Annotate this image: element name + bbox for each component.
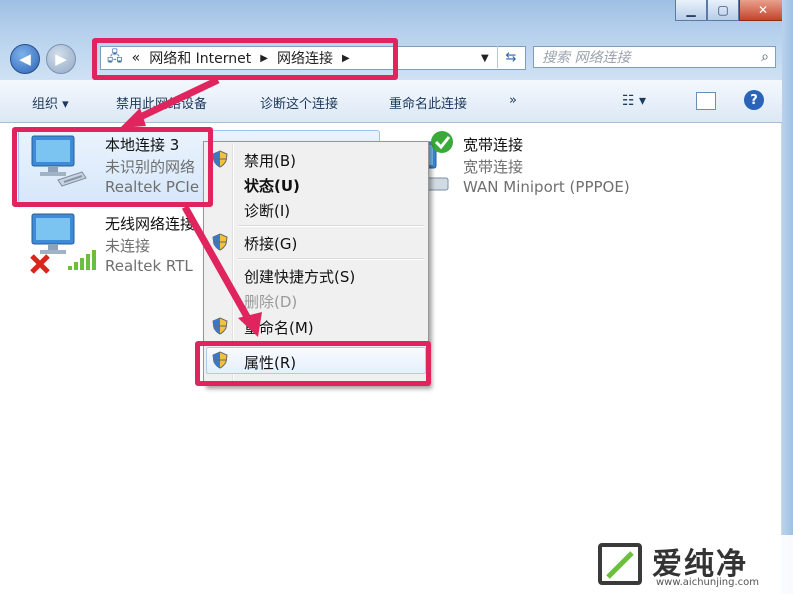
menu-item-bridge[interactable]: 桥接(G) <box>244 233 297 254</box>
organize-menu[interactable]: 组织 ▾ <box>32 93 69 112</box>
watermark: 爱纯净 www.aichunjing.com <box>586 535 793 594</box>
annotation-box-properties <box>195 341 431 386</box>
address-dropdown-icon[interactable]: ▼ <box>481 53 489 64</box>
uac-shield-icon <box>212 317 228 335</box>
search-input[interactable]: 搜索 网络连接 ⌕ <box>533 46 776 68</box>
help-icon[interactable]: ? <box>744 90 764 110</box>
search-icon[interactable]: ⌕ <box>761 49 769 65</box>
back-arrow-icon: ◀ <box>19 50 31 68</box>
menu-separator <box>238 225 424 227</box>
title-bar: ▁ ▢ ✕ <box>0 0 793 38</box>
maximize-button[interactable]: ▢ <box>707 0 739 21</box>
connection-adapter: Realtek RTL <box>105 257 193 275</box>
more-commands-button[interactable]: » <box>509 93 517 108</box>
uac-shield-icon <box>212 150 228 168</box>
close-button[interactable]: ✕ <box>739 0 787 21</box>
rename-button[interactable]: 重命名此连接 <box>389 93 467 112</box>
forward-button[interactable]: ▶ <box>46 44 76 74</box>
view-options-icon[interactable]: ☷ ▾ <box>622 93 646 109</box>
diagnose-button[interactable]: 诊断这个连接 <box>260 93 338 112</box>
back-button[interactable]: ◀ <box>10 44 40 74</box>
window-controls: ▁ ▢ ✕ <box>675 0 787 21</box>
watermark-logo-icon <box>598 543 642 585</box>
annotation-box-connection <box>12 127 213 207</box>
disable-device-button[interactable]: 禁用此网络设备 <box>116 93 207 112</box>
menu-item-delete: 删除(D) <box>244 293 298 311</box>
connection-name: 无线网络连接 <box>105 215 196 233</box>
menu-item-create-shortcut[interactable]: 创建快捷方式(S) <box>244 266 355 287</box>
preview-pane-icon[interactable] <box>696 92 716 110</box>
annotation-box-address <box>92 38 398 80</box>
minimize-button[interactable]: ▁ <box>675 0 707 21</box>
menu-item-disable[interactable]: 禁用(B) <box>244 150 296 171</box>
menu-item-status[interactable]: 状态(U) <box>244 175 300 196</box>
watermark-url: www.aichunjing.com <box>656 577 759 588</box>
forward-arrow-icon: ▶ <box>55 50 67 68</box>
connection-status: 宽带连接 <box>463 158 524 176</box>
refresh-icon: ⇆ <box>505 49 517 65</box>
menu-item-diagnose[interactable]: 诊断(I) <box>244 200 290 221</box>
connection-adapter: WAN Miniport (PPPOE) <box>463 178 630 196</box>
connection-name: 宽带连接 <box>463 136 524 154</box>
window-frame-right <box>782 0 793 594</box>
uac-shield-icon <box>212 233 228 251</box>
search-placeholder: 搜索 网络连接 <box>542 50 631 66</box>
connection-status: 未连接 <box>105 237 151 255</box>
menu-separator <box>238 258 424 260</box>
refresh-button[interactable]: ⇆ <box>497 46 524 68</box>
wireless-adapter-icon <box>30 213 96 274</box>
menu-item-rename[interactable]: 重命名(M) <box>244 317 314 338</box>
